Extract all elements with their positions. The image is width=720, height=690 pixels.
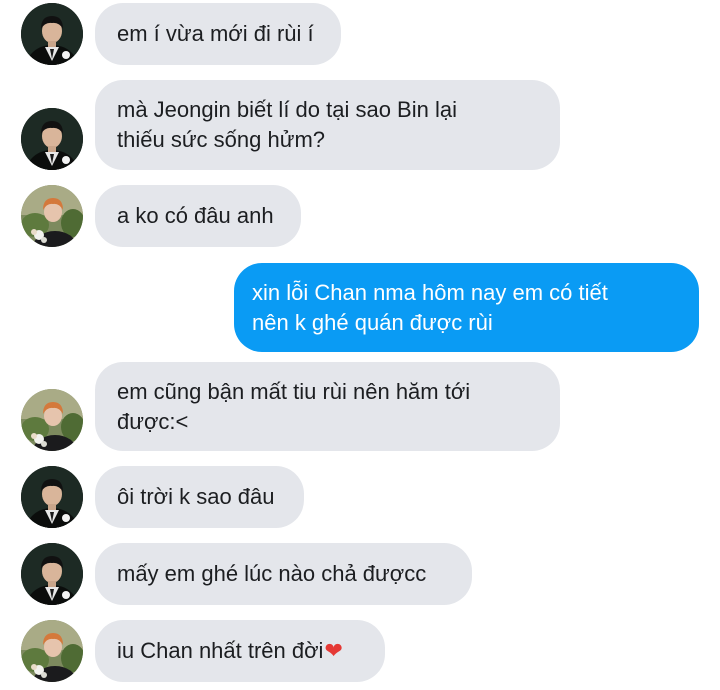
message-text: mà Jeongin biết lí do tại sao Bin lại th… <box>117 97 457 152</box>
message-text: em cũng bận mất tiu rùi nên hăm tới được… <box>117 378 471 434</box>
message-text: a ko có đâu anh <box>117 203 274 228</box>
red-heart-icon: ❤ <box>324 638 343 663</box>
message-bubble-incoming[interactable]: mà Jeongin biết lí do tại sao Bin lại th… <box>95 80 560 170</box>
message-text: ôi trời k sao đâu <box>117 484 275 509</box>
message-bubble-incoming[interactable]: iu Chan nhất trên đời ❤ <box>95 620 385 682</box>
chat-thread[interactable]: em í vừa mới đi rùi í mà Jeongin biết lí… <box>0 0 720 690</box>
message-bubble-incoming[interactable]: em í vừa mới đi rùi í <box>95 3 341 65</box>
message-text: xin lỗi Chan nma hôm nay em có tiết nên … <box>252 279 608 335</box>
avatar-chan-image <box>21 543 83 605</box>
avatar-chan[interactable] <box>21 3 83 65</box>
message-text: mấy em ghé lúc nào chả đượcc <box>117 561 427 586</box>
message-bubble-outgoing[interactable]: xin lỗi Chan nma hôm nay em có tiết nên … <box>234 263 699 352</box>
avatar-chan-image <box>21 3 83 65</box>
avatar-chan[interactable] <box>21 108 83 170</box>
message-text: em í vừa mới đi rùi í <box>117 21 314 46</box>
avatar-jeongin[interactable] <box>21 389 83 451</box>
avatar-jeongin[interactable] <box>21 620 83 682</box>
avatar-jeongin[interactable] <box>21 185 83 247</box>
avatar-chan-image <box>21 466 83 528</box>
avatar-chan[interactable] <box>21 466 83 528</box>
avatar-chan[interactable] <box>21 543 83 605</box>
avatar-jeongin-image <box>21 620 83 682</box>
message-bubble-incoming[interactable]: a ko có đâu anh <box>95 185 301 247</box>
avatar-chan-image <box>21 108 83 170</box>
message-bubble-incoming[interactable]: em cũng bận mất tiu rùi nên hăm tới được… <box>95 362 560 451</box>
message-bubble-incoming[interactable]: mấy em ghé lúc nào chả đượcc <box>95 543 472 605</box>
avatar-jeongin-image <box>21 185 83 247</box>
avatar-jeongin-image <box>21 389 83 451</box>
message-text: iu Chan nhất trên đời <box>117 638 324 663</box>
message-bubble-incoming[interactable]: ôi trời k sao đâu <box>95 466 304 528</box>
